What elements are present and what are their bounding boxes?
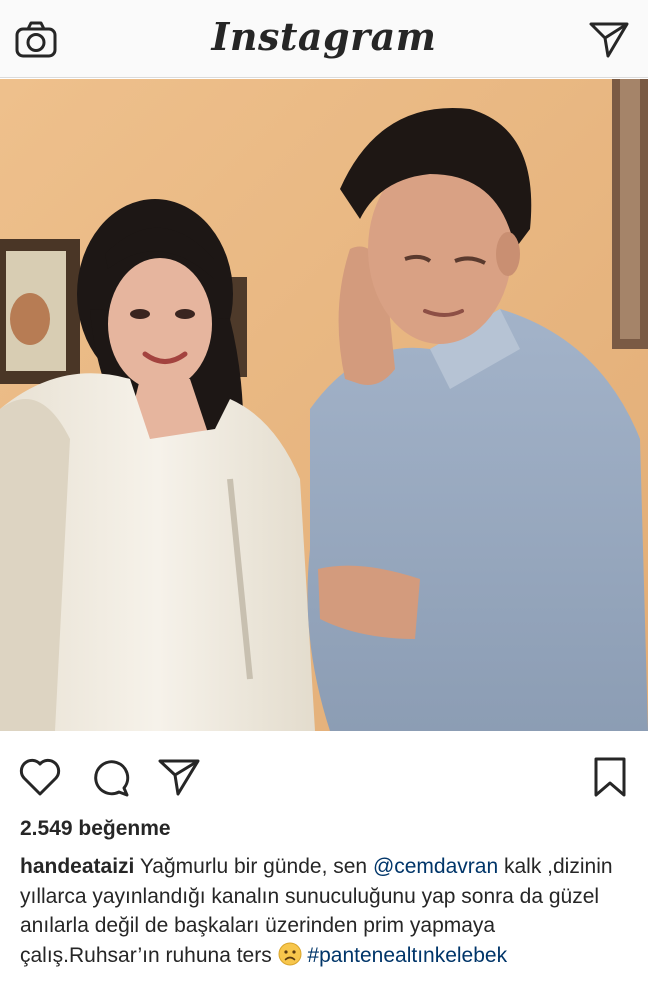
instagram-logo: Instagram xyxy=(211,14,437,59)
comment-icon[interactable] xyxy=(88,755,132,799)
share-icon[interactable] xyxy=(157,755,201,799)
heart-icon[interactable] xyxy=(18,755,62,799)
caption-username[interactable]: handeataizi xyxy=(20,855,134,878)
bookmark-icon[interactable] xyxy=(588,755,632,799)
post-image[interactable] xyxy=(0,79,648,731)
frowning-face-emoji xyxy=(278,942,302,966)
post-caption: handeataizi Yağmurlu bir günde, sen @cem… xyxy=(20,852,632,970)
caption-mention[interactable]: @cemdavran xyxy=(373,855,498,878)
caption-hashtag[interactable]: #pantenealtınkelebek xyxy=(307,944,507,967)
caption-text-1: Yağmurlu bir günde, sen xyxy=(139,855,368,878)
post-actions xyxy=(0,731,648,817)
likes-count[interactable]: 2.549 beğenme xyxy=(20,817,171,841)
direct-send-icon[interactable] xyxy=(588,20,630,60)
top-bar: Instagram xyxy=(0,0,648,78)
